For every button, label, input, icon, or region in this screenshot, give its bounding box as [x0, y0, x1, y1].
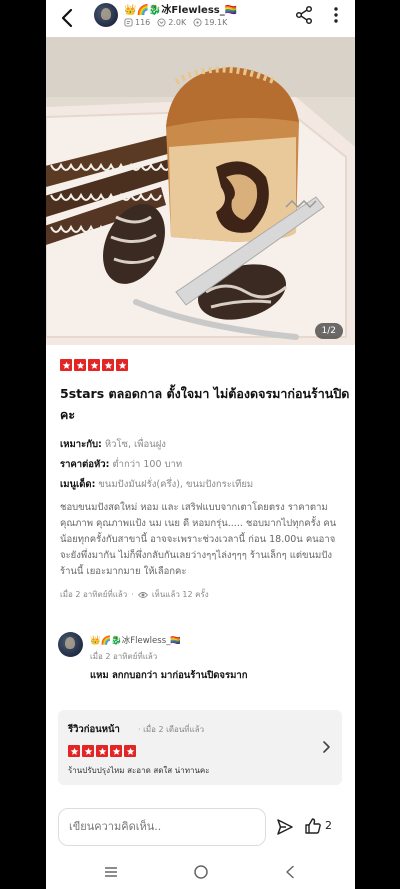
- view-count: เห็นแล้ว 12 ครั้ง: [151, 590, 209, 599]
- comment-time: เมื่อ 2 อาทิตย์ที่แล้ว: [90, 652, 158, 661]
- recent-apps-icon[interactable]: [104, 865, 118, 879]
- likes-stat: 19.1K: [193, 18, 227, 27]
- thumbs-up-icon[interactable]: [304, 817, 322, 835]
- suitable-for-label: เหมาะกับ:: [60, 439, 102, 450]
- price-value: ต่ำกว่า 100 บาท: [112, 459, 183, 470]
- eye-icon: [137, 591, 148, 598]
- price-label: ราคาต่อหัว:: [60, 459, 110, 470]
- followers-stat: 2.0K: [157, 18, 186, 27]
- bread-photo-illustration: [46, 37, 355, 345]
- comment-input[interactable]: เขียนความคิดเห็น..: [58, 808, 266, 846]
- review-photo[interactable]: 1/2: [46, 37, 355, 345]
- share-icon[interactable]: [294, 5, 314, 25]
- more-options-icon[interactable]: [328, 5, 344, 25]
- author-avatar[interactable]: [94, 3, 118, 27]
- followers-icon: [157, 18, 166, 27]
- comment-text: แหม ลกกบอกว่า มาก่อนร้านปิดจรมาก: [90, 670, 248, 681]
- post-rating-stars: [60, 359, 128, 371]
- previous-review-title: รีวิวก่อนหน้า: [68, 724, 120, 735]
- star-icon: [82, 745, 94, 757]
- system-back-icon[interactable]: [284, 865, 296, 879]
- reviews-stat: 116: [124, 18, 150, 27]
- author-username[interactable]: 👑🌈🐉冰Flewless_🏳️‍🌈: [124, 1, 237, 16]
- previous-review-time: · เมื่อ 2 เดือนที่แล้ว: [138, 723, 204, 736]
- previous-review-time-text: เมื่อ 2 เดือนที่แล้ว: [143, 725, 205, 734]
- signature-menu-label: เมนูเด็ด:: [60, 479, 96, 490]
- previous-review-text: ร้านปรับปรุงไหม สะอาด สดใส น่าทานคะ: [68, 766, 210, 775]
- star-icon: [116, 359, 128, 371]
- signature-menu-value: ขนมปังมันฝรั่ง(ครึ่ง), ขนมปังกระเทียม: [98, 479, 254, 490]
- star-icon: [88, 359, 100, 371]
- suitable-for-value: หิวโซ, เพื่อนฝูง: [104, 439, 166, 450]
- back-arrow-icon[interactable]: [56, 6, 80, 30]
- post-body: ชอบขนมปังสดใหม่ หอม และ เสริฟแบบจากเตาโด…: [60, 502, 337, 577]
- commenter-avatar[interactable]: [58, 632, 83, 657]
- followers-count: 2.0K: [168, 18, 187, 27]
- post-footer: เมื่อ 2 อาทิตย์ที่แล้ว · เห็นแล้ว 12 ครั…: [60, 588, 209, 601]
- author-stats: 116 2.0K 19.1K: [124, 18, 227, 27]
- signature-menu-row: เมนูเด็ด: ขนมปังมันฝรั่ง(ครึ่ง), ขนมปังก…: [60, 478, 253, 492]
- photo-page-indicator: 1/2: [314, 323, 343, 339]
- system-nav-bar: [46, 855, 355, 889]
- like-count: 2: [325, 819, 332, 832]
- star-icon: [68, 745, 80, 757]
- chevron-right-icon[interactable]: [320, 740, 332, 754]
- star-icon: [102, 359, 114, 371]
- reviews-count: 116: [135, 18, 151, 27]
- previous-review-card[interactable]: รีวิวก่อนหน้า · เมื่อ 2 เดือนที่แล้ว ร้า…: [58, 710, 342, 785]
- price-row: ราคาต่อหัว: ต่ำกว่า 100 บาท: [60, 458, 182, 472]
- star-icon: [124, 745, 136, 757]
- likes-icon: [193, 18, 202, 27]
- review-count-icon: [124, 18, 133, 27]
- post-title: 5stars ตลอดกาล ตั้งใจมา ไม่ต้องดจรมาก่อน…: [60, 386, 350, 422]
- send-icon[interactable]: [276, 818, 294, 836]
- star-icon: [96, 745, 108, 757]
- previous-review-separator: ·: [138, 725, 141, 734]
- commenter-username[interactable]: 👑🌈🐉冰Flewless_🏳️‍🌈: [90, 634, 181, 646]
- home-icon[interactable]: [193, 864, 209, 880]
- star-icon: [110, 745, 122, 757]
- review-screen: 👑🌈🐉冰Flewless_🏳️‍🌈 116 2.0K 19.1K: [46, 0, 355, 889]
- top-bar: 👑🌈🐉冰Flewless_🏳️‍🌈 116 2.0K 19.1K: [46, 0, 355, 36]
- post-time: เมื่อ 2 อาทิตย์ที่แล้ว: [60, 590, 128, 599]
- likes-count: 19.1K: [204, 18, 228, 27]
- star-icon: [74, 359, 86, 371]
- suitable-for-row: เหมาะกับ: หิวโซ, เพื่อนฝูง: [60, 438, 166, 452]
- star-icon: [60, 359, 72, 371]
- footer-separator: ·: [131, 590, 134, 599]
- previous-review-stars: [68, 745, 136, 757]
